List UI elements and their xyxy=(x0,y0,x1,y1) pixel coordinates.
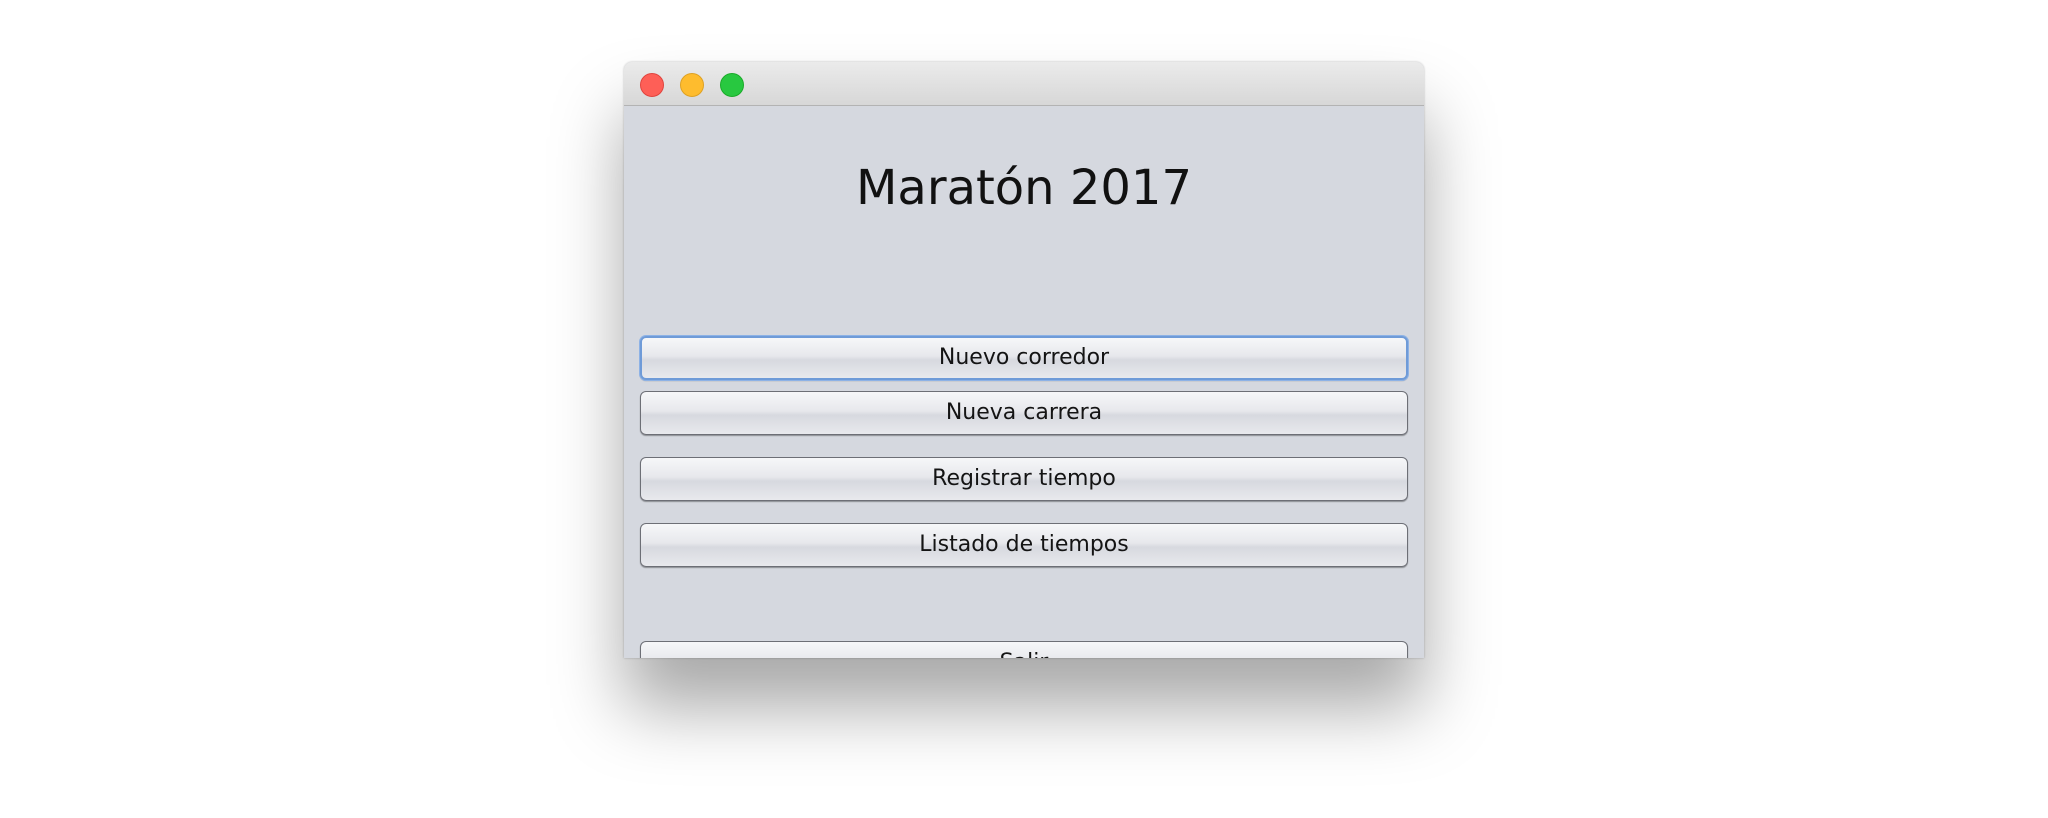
times-list-button[interactable]: Listado de tiempos xyxy=(640,523,1408,567)
app-window: Maratón 2017 Nuevo corredor Nueva carrer… xyxy=(624,62,1424,658)
desktop: Maratón 2017 Nuevo corredor Nueva carrer… xyxy=(0,0,2048,818)
minimize-window-button[interactable] xyxy=(680,73,704,97)
main-panel: Maratón 2017 Nuevo corredor Nueva carrer… xyxy=(624,106,1424,658)
register-time-button[interactable]: Registrar tiempo xyxy=(640,457,1408,501)
new-race-button[interactable]: Nueva carrera xyxy=(640,391,1408,435)
exit-button[interactable]: Salir xyxy=(640,641,1408,658)
close-window-button[interactable] xyxy=(640,73,664,97)
zoom-window-button[interactable] xyxy=(720,73,744,97)
window-titlebar[interactable] xyxy=(624,62,1424,106)
new-runner-button[interactable]: Nuevo corredor xyxy=(640,336,1408,380)
app-title: Maratón 2017 xyxy=(856,160,1192,216)
